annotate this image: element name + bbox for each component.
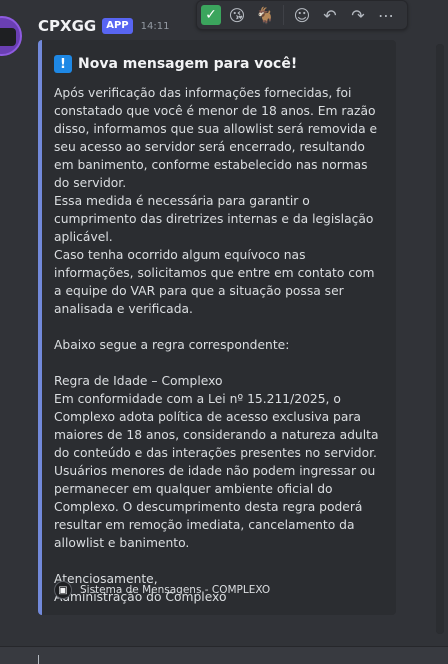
- toolbar-divider: [283, 5, 284, 25]
- timestamp[interactable]: 14:11: [141, 21, 170, 32]
- embed-title-text: Nova mensagem para você!: [78, 56, 298, 72]
- embed-footer: ▣ Sistema de Mensagens - COMPLEXO: [54, 581, 270, 599]
- app-badge: APP: [102, 18, 133, 34]
- scrollbar-thumb[interactable]: [436, 44, 444, 634]
- footer-logo-icon: ▣: [54, 581, 72, 599]
- message-embed: ! Nova mensagem para você! Após verifica…: [38, 40, 396, 615]
- embed-title: ! Nova mensagem para você!: [54, 54, 384, 74]
- message-actions-toolbar: ✓ 😘 🐐 ☺ ↶ ↷ ⋯: [196, 0, 408, 30]
- reply-icon[interactable]: ↶: [318, 3, 342, 27]
- username[interactable]: CPXGG: [38, 17, 96, 35]
- kiss-emoji-icon[interactable]: 😘: [225, 3, 249, 27]
- message-composer[interactable]: [0, 646, 448, 664]
- goat-emoji-icon[interactable]: 🐐: [253, 3, 277, 27]
- exclamation-icon: !: [54, 55, 72, 73]
- embed-footer-text: Sistema de Mensagens - COMPLEXO: [80, 584, 271, 596]
- forward-icon[interactable]: ↷: [346, 3, 370, 27]
- more-options-icon[interactable]: ⋯: [374, 3, 398, 27]
- message-header: CPXGG APP 14:11: [38, 14, 169, 38]
- chat-scrollbar[interactable]: [436, 44, 444, 634]
- embed-description: Após verificação das informações forneci…: [54, 86, 379, 604]
- avatar-image: [0, 28, 16, 46]
- text-caret: [38, 655, 39, 664]
- check-reaction-icon[interactable]: ✓: [201, 5, 221, 25]
- add-reaction-icon[interactable]: ☺: [290, 3, 314, 27]
- user-avatar[interactable]: [0, 16, 22, 56]
